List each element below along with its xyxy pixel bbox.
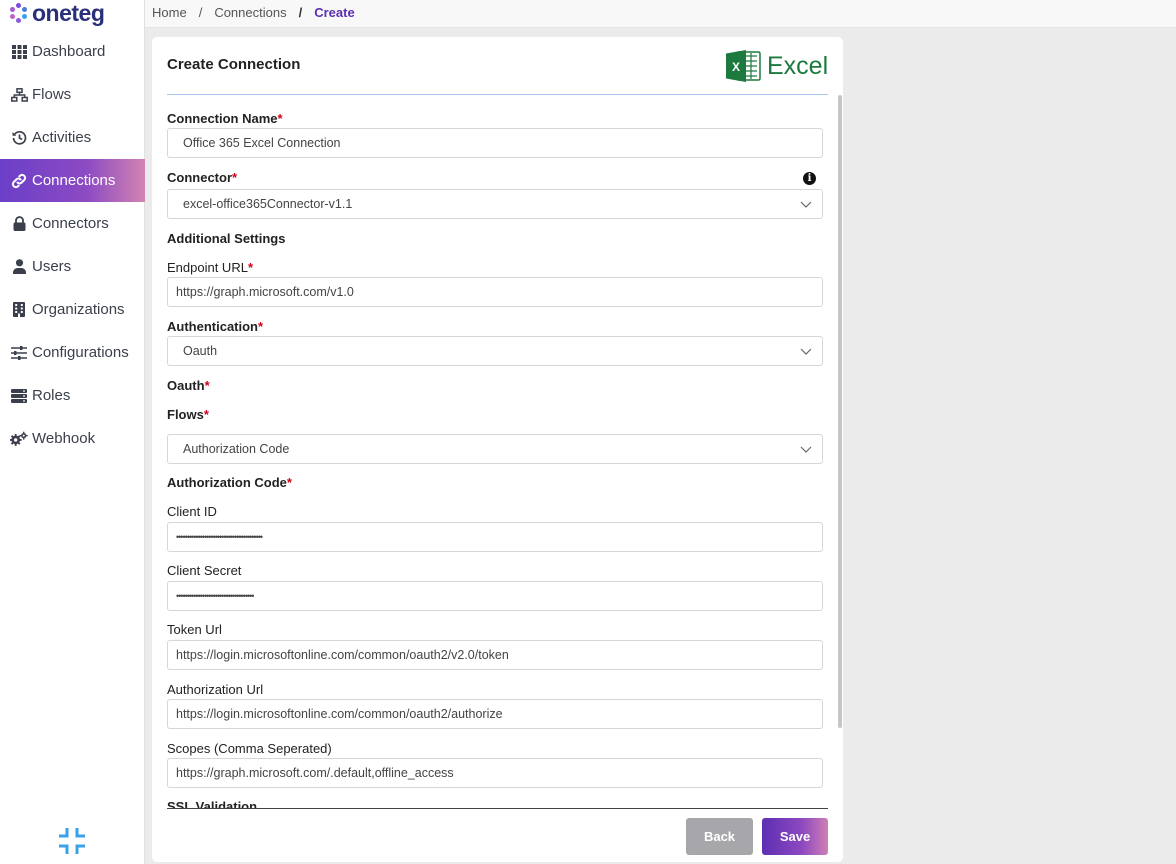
lock-icon xyxy=(10,216,28,232)
connector-label: Connector* xyxy=(167,170,238,185)
sidebar-item-label: Flows xyxy=(32,86,72,103)
breadcrumb-separator: / xyxy=(298,5,303,20)
breadcrumb-current: Create xyxy=(314,5,355,20)
excel-icon: X xyxy=(726,50,761,82)
authorization-url-input[interactable]: https://login.microsoftonline.com/common… xyxy=(167,699,823,729)
svg-text:X: X xyxy=(732,60,740,74)
sidebar-item-label: Roles xyxy=(32,387,71,404)
brand-logo[interactable]: oneteg xyxy=(9,0,105,26)
additional-settings-heading: Additional Settings xyxy=(167,231,286,246)
sitemap-icon xyxy=(10,87,28,103)
sidebar-item-label: Activities xyxy=(32,129,92,146)
flows-select[interactable]: Authorization Code xyxy=(167,434,823,464)
sidebar-item-configurations[interactable]: Configurations xyxy=(0,331,145,374)
connector-select[interactable]: excel-office365Connector-v1.1 xyxy=(167,189,823,219)
compress-icon xyxy=(59,828,85,854)
sidebar-item-users[interactable]: Users xyxy=(0,245,145,288)
brand-name: oneteg xyxy=(32,0,105,26)
sidebar-item-connections[interactable]: Connections xyxy=(0,159,145,202)
client-id-input[interactable]: •••••••••••••••••••••••••••••••••••••••• xyxy=(167,522,823,552)
sidebar-item-dashboard[interactable]: Dashboard xyxy=(0,30,145,73)
token-url-label: Token Url xyxy=(167,622,222,637)
server-icon xyxy=(10,388,28,404)
breadcrumb-connections[interactable]: Connections xyxy=(214,5,286,20)
authentication-select[interactable]: Oauth xyxy=(167,336,823,366)
page-title: Create Connection xyxy=(167,56,301,73)
client-secret-input[interactable]: •••••••••••••••••••••••••••••••••••• xyxy=(167,581,823,611)
client-secret-label: Client Secret xyxy=(167,563,242,578)
oauth-heading: Oauth* xyxy=(167,378,210,393)
authorization-url-label: Authorization Url xyxy=(167,682,264,697)
chevron-down-icon xyxy=(800,201,812,208)
authentication-label: Authentication* xyxy=(167,319,264,334)
sidebar: oneteg Dashboard Flows Activities Connec… xyxy=(0,0,145,864)
sidebar-item-label: Webhook xyxy=(32,430,96,447)
sidebar-item-label: Configurations xyxy=(32,344,129,361)
sidebar-item-connectors[interactable]: Connectors xyxy=(0,202,145,245)
sidebar-item-label: Connectors xyxy=(32,215,109,232)
endpoint-url-label: Endpoint URL* xyxy=(167,260,254,275)
scrollbar[interactable] xyxy=(838,95,842,728)
client-id-label: Client ID xyxy=(167,504,217,519)
token-url-input[interactable]: https://login.microsoftonline.com/common… xyxy=(167,640,823,670)
sidebar-item-flows[interactable]: Flows xyxy=(0,73,145,116)
sliders-icon xyxy=(10,345,28,361)
sidebar-item-label: Dashboard xyxy=(32,43,106,60)
ssl-validation-label: SSL Validation xyxy=(167,799,258,808)
grid-icon xyxy=(10,44,28,60)
collapse-sidebar-button[interactable] xyxy=(57,826,87,856)
sidebar-item-organizations[interactable]: Organizations xyxy=(0,288,145,331)
sidebar-item-roles[interactable]: Roles xyxy=(0,374,145,417)
breadcrumb-separator: / xyxy=(198,5,203,20)
connection-name-label: Connection Name* xyxy=(167,111,283,126)
authorization-code-heading: Authorization Code* xyxy=(167,475,292,490)
breadcrumb: Home / Connections / Create xyxy=(152,5,355,20)
chevron-down-icon xyxy=(800,446,812,453)
create-connection-card: Create Connection X Excel Connection Nam… xyxy=(152,37,843,862)
oneteg-logo-icon xyxy=(9,3,29,23)
user-icon xyxy=(10,259,28,275)
top-bar: Home / Connections / Create xyxy=(145,0,1176,28)
scopes-label: Scopes (Comma Seperated) xyxy=(167,741,332,756)
breadcrumb-home[interactable]: Home xyxy=(152,5,187,20)
connector-logo-text: Excel xyxy=(767,51,829,80)
link-icon xyxy=(10,173,28,189)
form-scroll-area[interactable]: Connection Name* Office 365 Excel Connec… xyxy=(152,95,843,808)
sidebar-item-label: Users xyxy=(32,258,72,275)
info-icon[interactable]: i xyxy=(803,172,816,185)
chevron-down-icon xyxy=(800,348,812,355)
gears-icon xyxy=(10,431,28,447)
save-button[interactable]: Save xyxy=(762,818,828,855)
sidebar-item-label: Connections xyxy=(32,172,116,189)
sidebar-item-label: Organizations xyxy=(32,301,125,318)
sidebar-nav: Dashboard Flows Activities Connections C… xyxy=(0,30,145,460)
sidebar-item-webhook[interactable]: Webhook xyxy=(0,417,145,460)
excel-logo: X Excel xyxy=(726,49,828,83)
footer-divider xyxy=(167,808,828,809)
flows-label: Flows* xyxy=(167,407,209,422)
endpoint-url-input[interactable]: https://graph.microsoft.com/v1.0 xyxy=(167,277,823,307)
connection-name-input[interactable]: Office 365 Excel Connection xyxy=(167,128,823,158)
building-icon xyxy=(10,302,28,318)
scopes-input[interactable]: https://graph.microsoft.com/.default,off… xyxy=(167,758,823,788)
history-icon xyxy=(10,130,28,146)
sidebar-item-activities[interactable]: Activities xyxy=(0,116,145,159)
back-button[interactable]: Back xyxy=(686,818,753,855)
